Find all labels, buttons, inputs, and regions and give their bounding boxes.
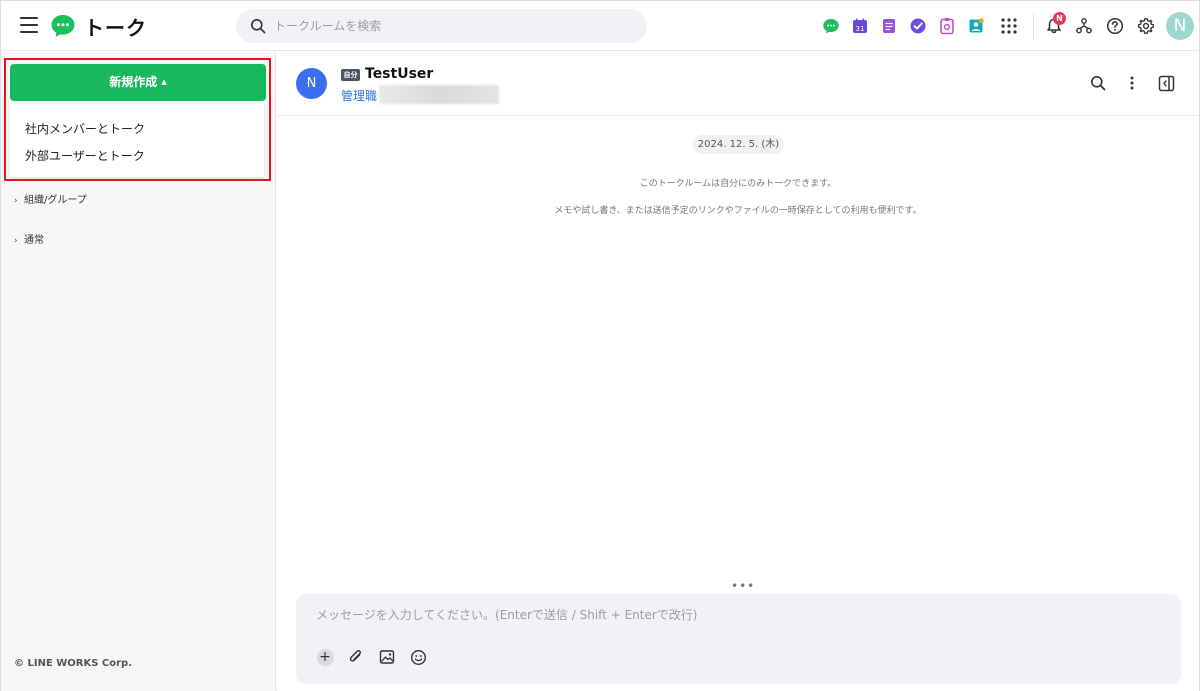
talk-app-icon[interactable] — [819, 14, 843, 38]
copyright-text: © LINE WORKS Corp. — [14, 658, 133, 669]
room-avatar[interactable]: N — [296, 68, 327, 99]
user-avatar[interactable]: N — [1166, 12, 1194, 40]
app-title: トーク — [84, 16, 147, 40]
room-header: N 自分 TestUser 管理職 — [277, 52, 1199, 116]
chat-main: N 自分 TestUser 管理職 2024. 12. 5. (木) このトーク… — [277, 52, 1199, 691]
new-talk-button[interactable]: 新規作成 ▲ — [10, 64, 266, 101]
add-plus-icon[interactable]: + — [316, 648, 334, 666]
date-separator: 2024. 12. 5. (木) — [693, 135, 784, 154]
message-input[interactable] — [316, 606, 1156, 628]
task-app-icon[interactable] — [906, 14, 930, 38]
system-message: このトークルームは自分にのみトークできます。 — [639, 179, 837, 189]
help-icon[interactable] — [1103, 14, 1127, 38]
search-bar[interactable] — [236, 9, 647, 43]
search-input[interactable] — [274, 9, 634, 43]
notification-badge: N — [1053, 12, 1066, 25]
self-tag-badge: 自分 — [341, 69, 360, 81]
room-role: 管理職 — [341, 89, 378, 103]
image-upload-icon[interactable] — [378, 648, 396, 666]
search-icon — [250, 18, 266, 34]
message-composer: + — [296, 594, 1181, 684]
calendar-day-label: 31 — [856, 25, 865, 33]
caret-up-icon: ▲ — [161, 78, 167, 86]
app-grid-icon[interactable] — [997, 14, 1021, 38]
dropdown-item-external[interactable]: 外部ユーザーとトーク — [25, 147, 145, 164]
dropdown-item-internal[interactable]: 社内メンバーとトーク — [25, 120, 145, 137]
more-vertical-icon[interactable] — [1123, 74, 1141, 92]
talk-logo-icon — [50, 13, 76, 39]
chevron-right-icon: › — [14, 236, 18, 246]
gear-icon[interactable] — [1134, 14, 1158, 38]
tree-item-organization[interactable]: › 組織/グループ — [14, 191, 87, 206]
new-talk-dropdown: 社内メンバーとトーク 外部ユーザーとトーク — [10, 104, 264, 177]
resize-handle[interactable]: ••• — [731, 579, 755, 593]
tree-item-label: 通常 — [24, 235, 44, 246]
hamburger-menu-icon[interactable] — [20, 17, 38, 33]
blurred-info — [379, 85, 499, 104]
header-divider — [1033, 13, 1034, 39]
room-search-icon[interactable] — [1089, 74, 1107, 92]
contacts-app-icon[interactable] — [964, 14, 988, 38]
system-message: メモや試し書き、または送信予定のリンクやファイルの一時保存としての利用も便利です… — [554, 206, 922, 216]
form-app-icon[interactable] — [935, 14, 959, 38]
calendar-app-icon[interactable]: 31 — [848, 14, 872, 38]
new-talk-button-label: 新規作成 — [109, 75, 158, 89]
top-header: トーク 31 N N — [1, 1, 1199, 51]
emoji-icon[interactable] — [409, 648, 427, 666]
tree-item-normal[interactable]: › 通常 — [14, 231, 44, 246]
side-panel-toggle-icon[interactable] — [1157, 74, 1175, 92]
tree-item-label: 組織/グループ — [24, 195, 87, 206]
organization-icon[interactable] — [1072, 14, 1096, 38]
sidebar: 新規作成 ▲ 社内メンバーとトーク 外部ユーザーとトーク › 組織/グループ › 通常… — [1, 52, 276, 691]
attach-file-icon[interactable] — [347, 648, 365, 666]
room-name: TestUser — [365, 66, 434, 82]
note-app-icon[interactable] — [877, 14, 901, 38]
chevron-right-icon: › — [14, 196, 18, 206]
